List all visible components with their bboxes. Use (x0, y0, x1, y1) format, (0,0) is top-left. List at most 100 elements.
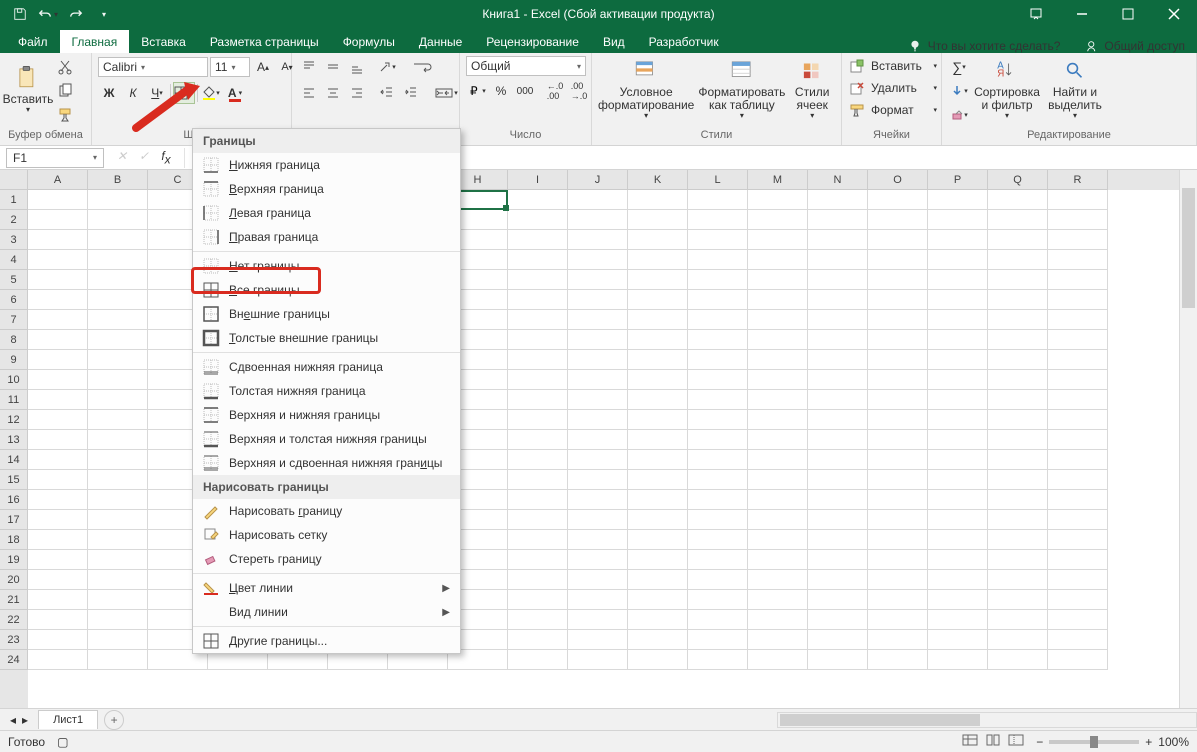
menu-item[interactable]: Цвет линии▶ (193, 576, 460, 600)
cell[interactable] (568, 330, 628, 350)
cell[interactable] (628, 290, 688, 310)
cell[interactable] (688, 330, 748, 350)
cell[interactable] (628, 490, 688, 510)
percent-button[interactable]: % (490, 80, 512, 102)
cell[interactable] (88, 190, 148, 210)
cell[interactable] (748, 430, 808, 450)
enter-formula-button[interactable]: ✓ (134, 149, 154, 166)
cell[interactable] (28, 650, 88, 670)
italic-button[interactable]: К (122, 82, 144, 104)
column-header[interactable]: P (928, 170, 988, 190)
cell[interactable] (88, 490, 148, 510)
cell[interactable] (748, 270, 808, 290)
cell[interactable] (88, 530, 148, 550)
name-box[interactable]: F1▾ (6, 148, 104, 168)
cell[interactable] (88, 250, 148, 270)
cell[interactable] (88, 290, 148, 310)
row-header[interactable]: 14 (0, 450, 28, 470)
cell[interactable] (988, 310, 1048, 330)
cell[interactable] (868, 190, 928, 210)
maximize-button[interactable] (1105, 0, 1151, 28)
cell[interactable] (988, 510, 1048, 530)
cell[interactable] (88, 430, 148, 450)
row-header[interactable]: 19 (0, 550, 28, 570)
cell[interactable] (928, 230, 988, 250)
cell[interactable] (868, 430, 928, 450)
cell[interactable] (688, 190, 748, 210)
cell[interactable] (748, 550, 808, 570)
cell[interactable] (508, 310, 568, 330)
cell[interactable] (928, 650, 988, 670)
cell[interactable] (868, 450, 928, 470)
tab-data[interactable]: Данные (407, 30, 474, 53)
cell[interactable] (628, 550, 688, 570)
cell[interactable] (748, 250, 808, 270)
cell[interactable] (928, 390, 988, 410)
cell[interactable] (928, 530, 988, 550)
cell[interactable] (88, 630, 148, 650)
tab-page-layout[interactable]: Разметка страницы (198, 30, 331, 53)
autosum-button[interactable]: ∑▾ (948, 56, 970, 78)
cell[interactable] (568, 630, 628, 650)
cell[interactable] (928, 570, 988, 590)
cell[interactable] (808, 370, 868, 390)
cell[interactable] (808, 650, 868, 670)
cell[interactable] (508, 610, 568, 630)
orientation-button[interactable]: ▾ (376, 56, 398, 78)
cell[interactable] (28, 590, 88, 610)
cell[interactable] (748, 490, 808, 510)
cancel-formula-button[interactable]: ✕ (112, 149, 132, 166)
cell[interactable] (868, 650, 928, 670)
cell[interactable] (928, 310, 988, 330)
cell[interactable] (1048, 330, 1108, 350)
tab-review[interactable]: Рецензирование (474, 30, 591, 53)
cell[interactable] (928, 190, 988, 210)
cell[interactable] (868, 270, 928, 290)
column-header[interactable]: J (568, 170, 628, 190)
cell[interactable] (508, 470, 568, 490)
cell[interactable] (1048, 650, 1108, 670)
menu-item[interactable]: Верхняя граница (193, 177, 460, 201)
cell[interactable] (808, 350, 868, 370)
cell[interactable] (508, 590, 568, 610)
cell[interactable] (928, 210, 988, 230)
cell[interactable] (568, 610, 628, 630)
cell[interactable] (568, 310, 628, 330)
cell[interactable] (928, 510, 988, 530)
cell[interactable] (748, 610, 808, 630)
menu-item[interactable]: Верхняя и сдвоенная нижняя границы (193, 451, 460, 475)
cell[interactable] (928, 270, 988, 290)
cell[interactable] (88, 590, 148, 610)
row-header[interactable]: 12 (0, 410, 28, 430)
cell[interactable] (1048, 290, 1108, 310)
cell[interactable] (568, 430, 628, 450)
cell[interactable] (628, 390, 688, 410)
cell[interactable] (568, 470, 628, 490)
cell[interactable] (568, 230, 628, 250)
cell[interactable] (868, 350, 928, 370)
sheet-tab[interactable]: Лист1 (38, 710, 98, 729)
tab-developer[interactable]: Разработчик (637, 30, 731, 53)
fill-color-button[interactable]: ▾ (200, 82, 222, 104)
cell[interactable] (988, 390, 1048, 410)
cell[interactable] (868, 330, 928, 350)
insert-cells-button[interactable]: Вставить▾ (848, 56, 938, 76)
menu-item[interactable]: Нижняя граница (193, 153, 460, 177)
zoom-out-button[interactable]: − (1036, 735, 1043, 749)
cell[interactable] (688, 450, 748, 470)
cell[interactable] (508, 350, 568, 370)
row-header[interactable]: 11 (0, 390, 28, 410)
align-center-button[interactable] (322, 82, 344, 104)
cell[interactable] (88, 650, 148, 670)
tab-insert[interactable]: Вставка (129, 30, 198, 53)
cell[interactable] (928, 590, 988, 610)
cell[interactable] (28, 210, 88, 230)
cell[interactable] (808, 450, 868, 470)
row-header[interactable]: 7 (0, 310, 28, 330)
cell[interactable] (508, 390, 568, 410)
cell[interactable] (748, 330, 808, 350)
cell[interactable] (88, 390, 148, 410)
row-header[interactable]: 21 (0, 590, 28, 610)
cell[interactable] (748, 470, 808, 490)
cell[interactable] (748, 510, 808, 530)
